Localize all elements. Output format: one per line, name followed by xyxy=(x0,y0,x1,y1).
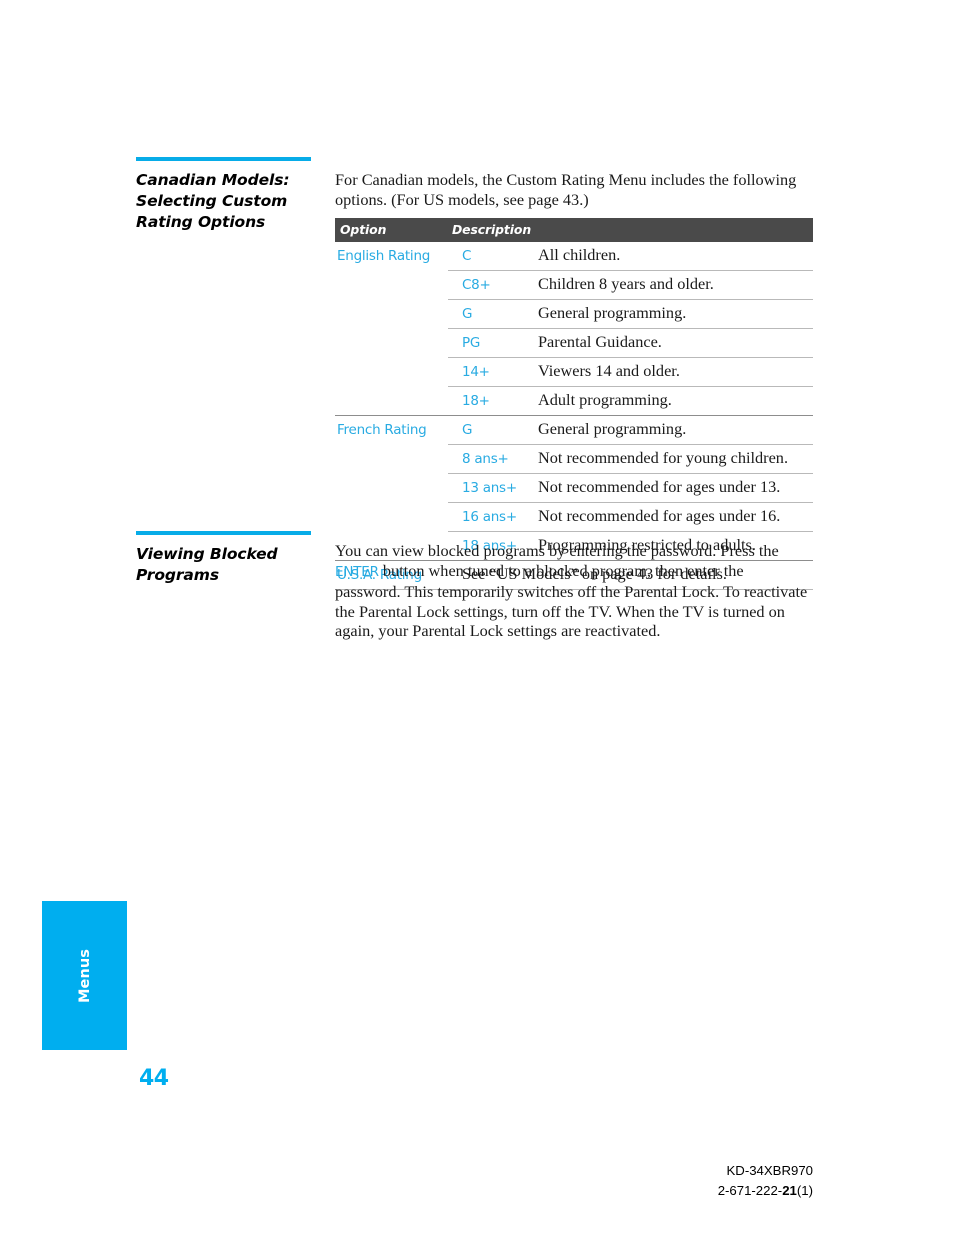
footer-part-suffix: (1) xyxy=(796,1182,813,1198)
intro-paragraph-canadian: For Canadian models, the Custom Rating M… xyxy=(335,170,797,209)
option-code: G xyxy=(448,415,537,445)
table-row: English Rating C All children. xyxy=(335,242,813,271)
footer-part-revision: 21 xyxy=(782,1182,797,1198)
table-header: Option Description xyxy=(335,218,814,242)
option-code: PG xyxy=(448,328,537,358)
footer-model-number: KD-34XBR970 xyxy=(726,1163,814,1178)
option-code: C xyxy=(462,248,472,264)
option-code: 8 ans+ xyxy=(448,444,537,474)
option-description: General programming. xyxy=(537,415,814,445)
option-description: Not recommended for ages under 16. xyxy=(537,502,814,532)
option-code: 13 ans+ xyxy=(448,473,537,503)
section-label-canadian-models: Canadian Models: Selecting Custom Rating… xyxy=(136,157,316,233)
section-title: Canadian Models: Selecting Custom Rating… xyxy=(136,171,290,231)
footer-part-number: 2-671-222-21(1) xyxy=(718,1181,813,1201)
side-tab-label: Menus xyxy=(76,948,93,1003)
option-description: Children 8 years and older. xyxy=(537,270,814,300)
option-code: 18+ xyxy=(448,386,537,416)
option-description: Viewers 14 and older. xyxy=(537,357,814,387)
footer: KD-34XBR970 2-671-222-21(1) xyxy=(718,1161,813,1200)
custom-rating-table: Option Description English Rating C All … xyxy=(335,218,814,590)
column-header-description: Description xyxy=(448,218,814,242)
group-label-english-rating: English Rating xyxy=(337,248,431,264)
paragraph-text-part1: You can view blocked programs by enterin… xyxy=(335,541,779,560)
footer-part-prefix: 2-671-222- xyxy=(717,1182,783,1198)
side-tab-menus: Menus xyxy=(42,901,127,1050)
option-description: All children. xyxy=(538,245,621,264)
group-label-french-rating: French Rating xyxy=(335,415,448,561)
section-label-viewing-blocked-programs: Viewing Blocked Programs xyxy=(136,531,316,586)
body-paragraph-viewing-blocked: You can view blocked programs by enterin… xyxy=(335,541,813,641)
enter-button-reference: ENTER xyxy=(335,563,379,580)
option-description: Not recommended for ages under 13. xyxy=(537,473,814,503)
column-header-option: Option xyxy=(335,218,448,242)
option-code: G xyxy=(448,299,537,329)
option-code: 16 ans+ xyxy=(448,502,537,532)
option-description: General programming. xyxy=(537,299,814,329)
accent-rule xyxy=(136,157,311,161)
section-title: Viewing Blocked Programs xyxy=(136,545,278,584)
option-code: C8+ xyxy=(448,270,537,300)
option-description: Parental Guidance. xyxy=(537,328,814,358)
page-number: 44 xyxy=(139,1066,169,1091)
paragraph-text-part2: button when tuned to a blocked program, … xyxy=(335,560,808,641)
table-header-row: Option Description xyxy=(335,218,814,242)
option-description: Adult programming. xyxy=(537,386,814,416)
option-description: Not recommended for young children. xyxy=(537,444,814,474)
table-row: French Rating G General programming. xyxy=(335,415,814,561)
table-body: English Rating C All children. C8+ Child… xyxy=(335,242,814,590)
option-code: 14+ xyxy=(448,357,537,387)
accent-rule xyxy=(136,531,311,535)
